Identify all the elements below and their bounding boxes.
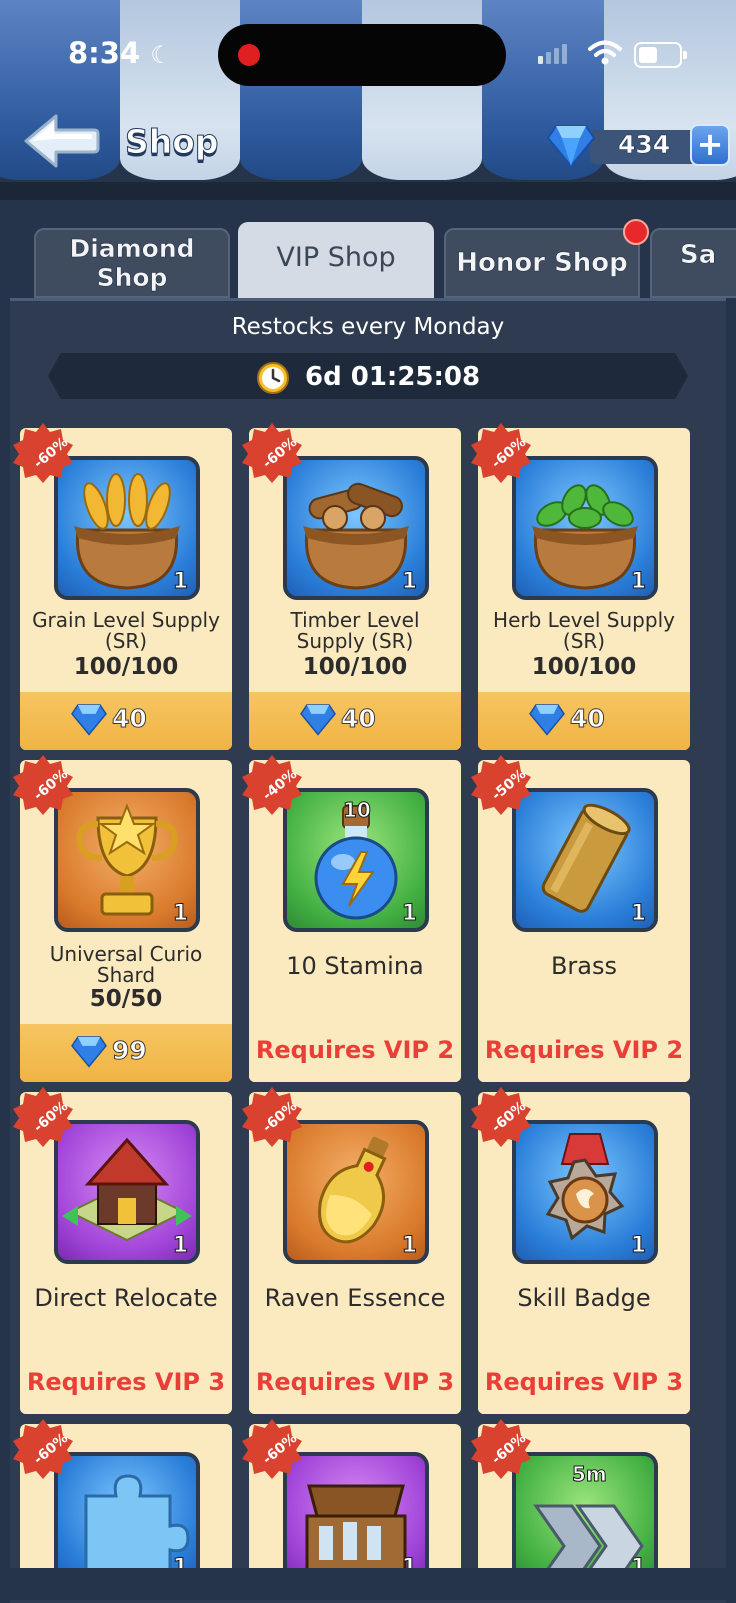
tab-label: Honor Shop [456, 248, 628, 279]
item-image: 5m 1 [512, 1452, 658, 1582]
item-quantity: 1 [401, 569, 417, 595]
requirement-bar: Requires VIP 3 [249, 1356, 461, 1414]
item-quantity: 1 [172, 569, 188, 595]
tab-sa[interactable]: Sa [650, 228, 736, 298]
item-image: 1 [512, 456, 658, 600]
shop-item-curio-shard[interactable]: 1 Universal Curio Shard 50/50 99 -60% [13, 755, 232, 1082]
shop-item-speedup[interactable]: 5m 1 -60% [471, 1419, 690, 1582]
requirement-bar: Requires VIP 2 [249, 1024, 461, 1082]
gem-icon [71, 704, 107, 736]
item-image: 1 [512, 788, 658, 932]
add-gems-button[interactable]: + [690, 124, 730, 166]
item-image: 1 [54, 456, 200, 600]
tab-vip-shop[interactable]: VIP Shop [238, 222, 434, 300]
item-quantity-top: 5m [572, 1462, 608, 1487]
item-name: Grain Level Supply (SR) [32, 608, 220, 653]
item-quantity: 1 [630, 1233, 646, 1259]
gem-icon [529, 704, 565, 736]
shop-item-raven-essence[interactable]: 1 Raven Essence Requires VIP 3 -60% [242, 1087, 461, 1414]
notification-dot [623, 219, 649, 245]
tab-label: Diamond [69, 234, 195, 264]
item-stock: 100/100 [73, 654, 179, 680]
tab-label: VIP Shop [276, 242, 396, 273]
item-price: 99 [112, 1036, 148, 1066]
item-quantity: 1 [172, 1233, 188, 1259]
gem-counter: 434 + [546, 124, 736, 168]
item-quantity: 1 [630, 901, 646, 927]
battery-icon [634, 42, 687, 68]
item-name: Raven Essence [264, 1284, 446, 1312]
vip-requirement: Requires VIP 3 [484, 1368, 684, 1396]
item-image: 1 [54, 788, 200, 932]
tab-honor-shop[interactable]: Honor Shop [444, 228, 640, 298]
back-arrow-icon[interactable] [22, 112, 100, 170]
vip-requirement: Requires VIP 2 [484, 1036, 684, 1064]
shop-item-puzzle[interactable]: 1 -60% [13, 1419, 232, 1582]
recording-dot-icon [238, 44, 260, 66]
bottom-edge [0, 1568, 736, 1600]
item-quantity-top: 10 [343, 798, 372, 823]
restock-label: Restocks every Monday [231, 314, 505, 340]
dynamic-island [218, 24, 506, 86]
restock-timer: 6d 01:25:08 [305, 362, 481, 392]
shop-item-10-stamina[interactable]: 10 1 10 Stamina Requires VIP 2 -40% [242, 755, 461, 1082]
vip-requirement: Requires VIP 3 [255, 1368, 455, 1396]
item-stock: 100/100 [531, 654, 637, 680]
vip-requirement: Requires VIP 3 [26, 1368, 226, 1396]
price-button[interactable]: 40 [478, 692, 690, 750]
item-stock: 100/100 [302, 654, 408, 680]
item-image: 1 [54, 1452, 200, 1582]
item-image: 1 [283, 456, 429, 600]
status-time: 8:34 ☾ [68, 36, 172, 70]
shop-item-timber-supply[interactable]: 1 Timber Level Supply (SR) 100/100 40 -60… [242, 423, 461, 750]
gem-icon [71, 1036, 107, 1068]
gem-icon [546, 125, 596, 168]
price-button[interactable]: 99 [20, 1024, 232, 1082]
price-button[interactable]: 40 [249, 692, 461, 750]
shop-item-brass[interactable]: 1 Brass Requires VIP 2 -50% [471, 755, 690, 1082]
price-button[interactable]: 40 [20, 692, 232, 750]
item-stock: 50/50 [89, 986, 163, 1012]
item-name: Herb Level Supply (SR) [493, 608, 675, 653]
shop-item-herb-supply[interactable]: 1 Herb Level Supply (SR) 100/100 40 -60% [471, 423, 690, 750]
item-quantity: 1 [401, 1233, 417, 1259]
item-image: 1 [283, 1120, 429, 1264]
item-quantity: 1 [630, 569, 646, 595]
gem-icon [300, 704, 336, 736]
item-name: 10 Stamina [286, 952, 424, 980]
page-title: Shop [125, 122, 220, 162]
item-image: 1 [512, 1120, 658, 1264]
wifi-icon [588, 40, 622, 65]
shop-item-skill-badge[interactable]: 1 Skill Badge Requires VIP 3 -60% [471, 1087, 690, 1414]
item-price: 40 [341, 704, 377, 734]
clock-icon [257, 362, 289, 394]
tab-label: Shop [96, 263, 168, 293]
signal-icon [538, 44, 570, 64]
item-name: Universal Curio Shard [49, 942, 203, 987]
item-name: Direct Relocate [34, 1284, 218, 1312]
item-price: 40 [570, 704, 606, 734]
shop-item-grain-supply[interactable]: 1 Grain Level Supply (SR) 100/100 40 -60% [13, 423, 232, 750]
item-name: Skill Badge [517, 1284, 651, 1312]
requirement-bar: Requires VIP 2 [478, 1024, 690, 1082]
vip-requirement: Requires VIP 2 [255, 1036, 455, 1064]
item-image: 1 [283, 1452, 429, 1582]
item-name: Brass [550, 952, 618, 980]
requirement-bar: Requires VIP 3 [20, 1356, 232, 1414]
item-quantity: 1 [401, 901, 417, 927]
item-quantity: 1 [172, 901, 188, 927]
item-image: 10 1 [283, 788, 429, 932]
gem-count: 434 [618, 130, 671, 160]
requirement-bar: Requires VIP 3 [478, 1356, 690, 1414]
tab-label: Sa [680, 240, 717, 271]
tab-diamond-shop[interactable]: Diamond Shop [34, 228, 230, 298]
status-bar: 8:34 ☾ [0, 0, 736, 100]
awning-shadow [0, 182, 736, 200]
item-image: 1 [54, 1120, 200, 1264]
shop-item-chest[interactable]: 1 -60% [242, 1419, 461, 1582]
item-name: Timber Level Supply (SR) [290, 608, 420, 653]
item-price: 40 [112, 704, 148, 734]
shop-item-direct-relocate[interactable]: 1 Direct Relocate Requires VIP 3 -60% [13, 1087, 232, 1414]
